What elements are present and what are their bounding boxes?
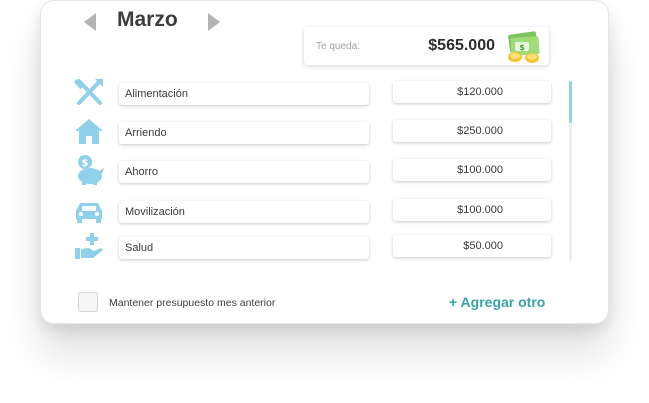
remaining-budget-box: Te queda: $565.000 $ <box>304 27 549 65</box>
car-icon <box>76 203 102 223</box>
category-amount-field[interactable]: $250.000 <box>393 120 551 142</box>
keep-budget-checkbox[interactable] <box>78 292 98 312</box>
remaining-label: Te queda: <box>316 41 360 52</box>
category-row: Arriendo $250.000 <box>69 119 569 148</box>
category-name-field[interactable]: Movilización <box>119 201 369 223</box>
remaining-amount: $565.000 <box>428 37 495 54</box>
next-month-arrow-icon[interactable] <box>208 13 220 31</box>
category-name-field[interactable]: Ahorro <box>119 161 369 183</box>
category-amount-field[interactable]: $50.000 <box>393 235 551 257</box>
category-list[interactable]: Alimentación $120.000 Arriendo $250.000 … <box>69 73 569 265</box>
month-title: Marzo <box>117 8 178 31</box>
fork-knife-icon <box>74 79 103 105</box>
health-hand-icon <box>75 233 103 259</box>
category-name-field[interactable]: Alimentación <box>119 83 369 105</box>
budget-card: Marzo Te queda: $565.000 $ Alimentación … <box>40 0 609 324</box>
svg-text:$: $ <box>82 158 89 169</box>
category-amount-field[interactable]: $120.000 <box>393 81 551 103</box>
piggy-bank-icon: $ <box>78 155 104 185</box>
category-amount-field[interactable]: $100.000 <box>393 159 551 181</box>
scrollbar-thumb[interactable] <box>569 81 572 123</box>
category-row: Movilización $100.000 <box>69 199 569 227</box>
category-name-field[interactable]: Salud <box>119 237 369 259</box>
scrollbar[interactable] <box>569 81 572 261</box>
money-icon: $ <box>508 31 540 63</box>
add-other-button[interactable]: + Agregar otro <box>449 294 545 310</box>
category-row: Salud $50.000 <box>69 233 569 263</box>
svg-text:$: $ <box>519 43 525 52</box>
prev-month-arrow-icon[interactable] <box>84 13 96 31</box>
house-icon <box>75 119 103 144</box>
category-row: Alimentación $120.000 <box>69 79 569 109</box>
category-amount-field[interactable]: $100.000 <box>393 199 551 221</box>
category-row: $ Ahorro $100.000 <box>69 155 569 187</box>
category-name-field[interactable]: Arriendo <box>119 122 369 144</box>
keep-budget-label: Mantener presupuesto mes anterior <box>109 297 276 309</box>
